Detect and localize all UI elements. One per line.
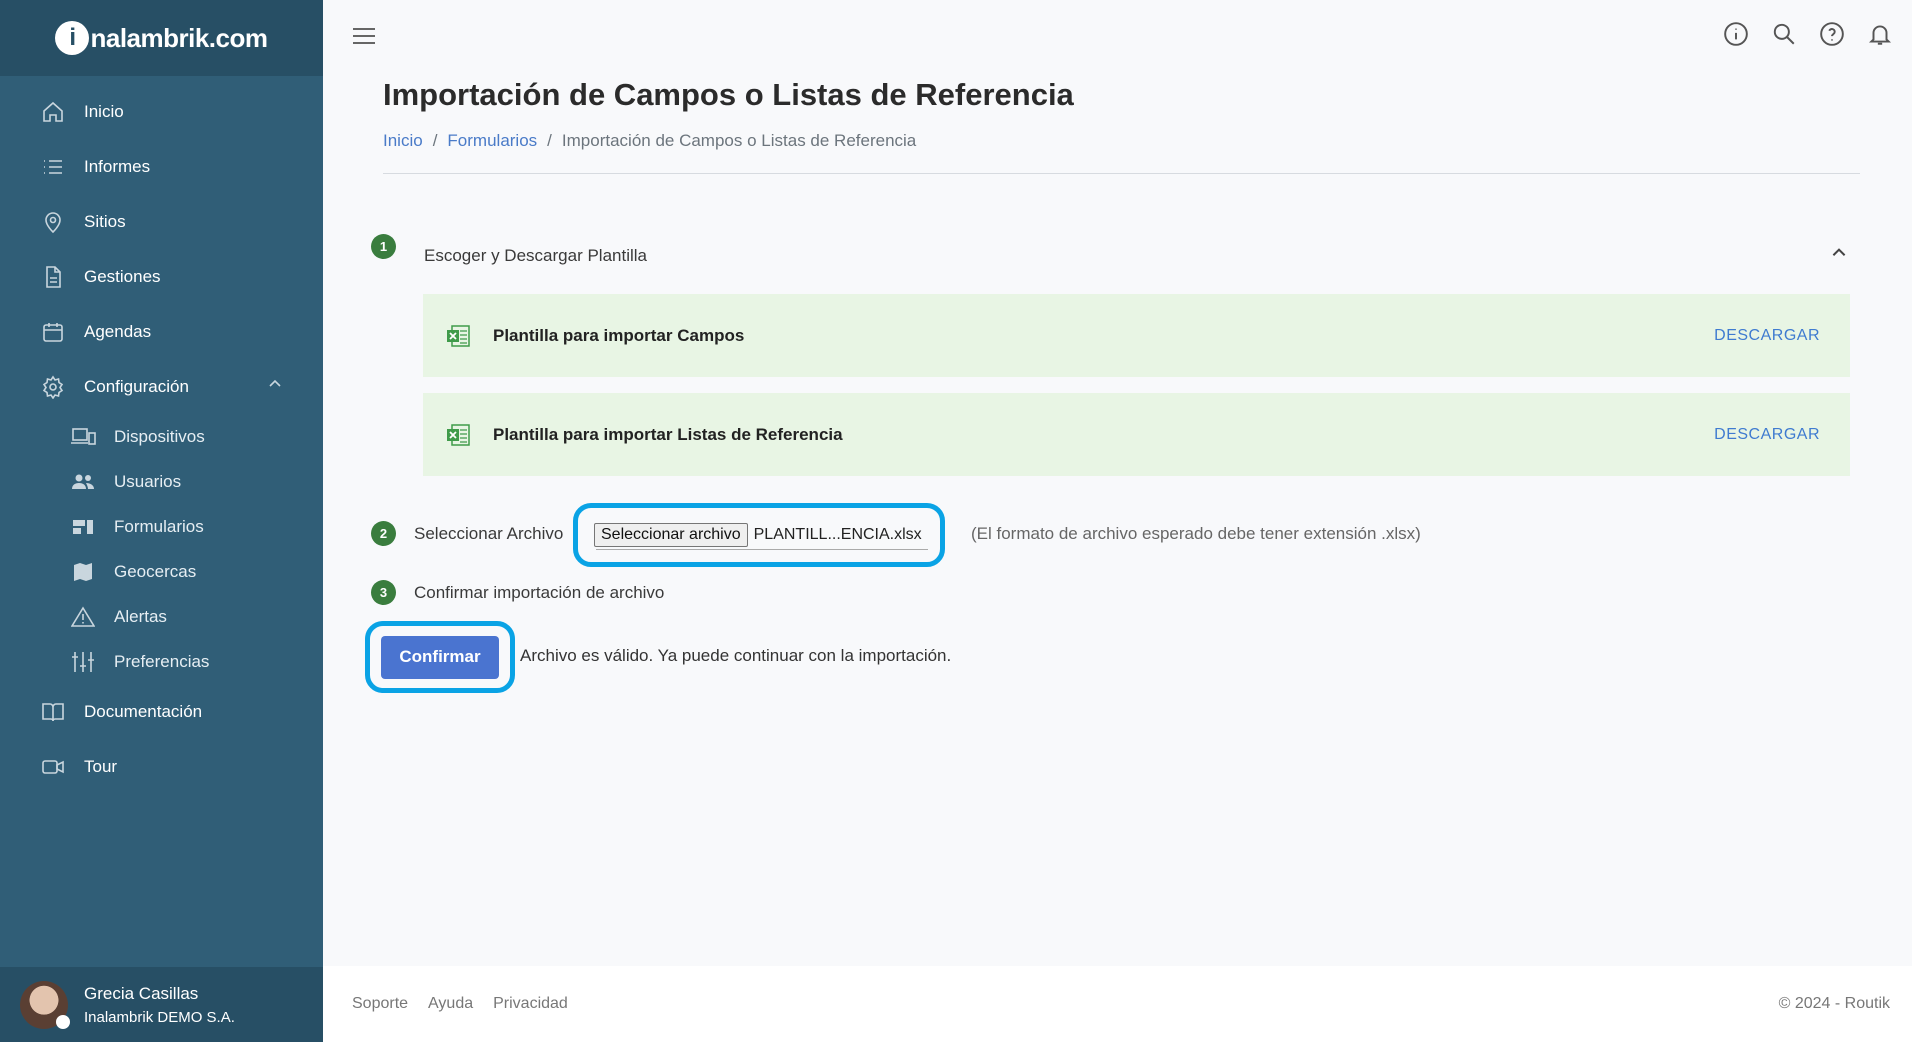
- step-label: Escoger y Descargar Plantilla: [424, 245, 647, 265]
- sidebar-subitem-label: Geocercas: [114, 561, 197, 581]
- template-row-campos: Plantilla para importar Campos DESCARGAR: [423, 294, 1850, 377]
- topbar-actions: [1722, 20, 1894, 48]
- chevron-up-icon[interactable]: [267, 376, 283, 397]
- sidebar-item-label: Gestiones: [84, 266, 161, 286]
- breadcrumb-separator: /: [432, 131, 438, 150]
- sidebar-subitem-dispositivos[interactable]: Dispositivos: [0, 414, 323, 459]
- sliders-icon: [70, 650, 96, 674]
- search-icon[interactable]: [1770, 20, 1798, 48]
- copyright: © 2024 - Routik: [1778, 995, 1890, 1012]
- map-icon: [70, 560, 96, 584]
- main-content: Importación de Campos o Listas de Refere…: [365, 72, 1860, 693]
- file-input-highlight: Seleccionar archivo PLANTILL...ENCIA.xls…: [573, 503, 945, 567]
- sidebar-item-agendas[interactable]: Agendas: [0, 304, 323, 359]
- download-button[interactable]: DESCARGAR: [1714, 426, 1820, 444]
- breadcrumb-formularios[interactable]: Formularios: [447, 131, 537, 151]
- hamburger-menu-icon[interactable]: [353, 22, 381, 50]
- sidebar-subitem-geocercas[interactable]: Geocercas: [0, 549, 323, 594]
- step-2: 2 Seleccionar Archivo: [371, 521, 563, 546]
- gear-icon: [40, 374, 66, 400]
- calendar-icon: [40, 319, 66, 345]
- status-dot: [56, 1014, 70, 1029]
- footer-link-privacidad[interactable]: Privacidad: [493, 995, 568, 1013]
- template-name: Plantilla para importar Listas de Refere…: [493, 424, 843, 444]
- download-button[interactable]: DESCARGAR: [1714, 327, 1820, 345]
- sidebar-item-label: Agendas: [84, 321, 152, 341]
- help-icon[interactable]: [1818, 20, 1846, 48]
- sidebar-subitem-label: Dispositivos: [114, 426, 205, 446]
- user-profile[interactable]: Grecia Casillas Inalambrik DEMO S.A.: [0, 967, 323, 1042]
- step-3: 3 Confirmar importación de archivo: [371, 580, 664, 605]
- sidebar-item-gestiones[interactable]: Gestiones: [0, 249, 323, 304]
- devices-icon: [70, 425, 96, 449]
- sidebar-nav: Inicio Informes Sitios Gestiones Agendas…: [0, 76, 323, 794]
- chevron-up-icon[interactable]: [1830, 244, 1848, 267]
- excel-icon: [447, 324, 470, 347]
- validation-message: Archivo es válido. Ya puede continuar co…: [520, 646, 952, 665]
- sidebar-item-configuracion[interactable]: Configuración: [0, 359, 323, 414]
- breadcrumb-current: Importación de Campos o Listas de Refere…: [561, 131, 917, 150]
- bell-icon[interactable]: [1866, 20, 1894, 48]
- map-pin-icon: [40, 209, 66, 235]
- sidebar-item-sitios[interactable]: Sitios: [0, 194, 323, 249]
- step-badge: 2: [371, 521, 396, 546]
- sidebar-subitem-preferencias[interactable]: Preferencias: [0, 639, 323, 684]
- step-badge: 3: [371, 580, 396, 605]
- file-input-underline: [596, 549, 928, 550]
- footer-link-soporte[interactable]: Soporte: [352, 995, 408, 1013]
- warning-icon: [70, 605, 96, 629]
- sidebar-item-inicio[interactable]: Inicio: [0, 84, 323, 139]
- list-icon: [40, 154, 66, 180]
- book-icon: [40, 699, 66, 725]
- sidebar-item-label: Tour: [84, 756, 118, 776]
- sidebar-subitem-label: Usuarios: [114, 471, 182, 491]
- page-title: Importación de Campos o Listas de Refere…: [383, 77, 1074, 112]
- sidebar-item-label: Documentación: [84, 701, 203, 721]
- sidebar-subitem-alertas[interactable]: Alertas: [0, 594, 323, 639]
- sidebar-subitem-usuarios[interactable]: Usuarios: [0, 459, 323, 504]
- breadcrumb-separator: /: [547, 131, 552, 150]
- breadcrumb: Inicio / Formularios / Importación de Ca…: [383, 131, 1860, 151]
- selected-file-name: PLANTILL...ENCIA.xlsx: [753, 526, 922, 543]
- select-file-button[interactable]: Seleccionar archivo: [594, 523, 748, 547]
- document-icon: [40, 264, 66, 290]
- home-icon: [40, 99, 66, 125]
- sidebar-subitem-label: Preferencias: [114, 651, 210, 671]
- divider: [383, 173, 1860, 174]
- user-org: Inalambrik DEMO S.A.: [84, 1008, 235, 1026]
- step-badge: 1: [371, 234, 396, 259]
- avatar: [20, 980, 70, 1029]
- sidebar-item-informes[interactable]: Informes: [0, 139, 323, 194]
- user-name: Grecia Casillas: [84, 983, 199, 1003]
- footer-link-ayuda[interactable]: Ayuda: [428, 995, 473, 1013]
- topbar: [323, 0, 1912, 72]
- sidebar-subitem-label: Alertas: [114, 606, 167, 626]
- template-row-listas: Plantilla para importar Listas de Refere…: [423, 393, 1850, 476]
- users-icon: [70, 470, 96, 494]
- step-label: Confirmar importación de archivo: [414, 582, 665, 602]
- excel-icon: [447, 423, 470, 446]
- template-name: Plantilla para importar Campos: [493, 325, 745, 345]
- sidebar-item-label: Inicio: [84, 101, 124, 121]
- forms-icon: [70, 515, 96, 539]
- step-label: Seleccionar Archivo: [414, 523, 564, 543]
- sidebar: i nalambrik.com Inicio Informes Sitios Ge…: [0, 0, 323, 1042]
- sidebar-item-tour[interactable]: Tour: [0, 739, 323, 794]
- info-icon[interactable]: [1722, 20, 1750, 48]
- sidebar-subitem-label: Formularios: [114, 516, 204, 536]
- sidebar-subitem-formularios[interactable]: Formularios: [0, 504, 323, 549]
- sidebar-item-label: Informes: [84, 156, 151, 176]
- footer: Soporte Ayuda Privacidad © 2024 - Routik: [323, 966, 1912, 1042]
- sidebar-item-documentacion[interactable]: Documentación: [0, 684, 323, 739]
- confirm-button-highlight: Confirmar: [365, 621, 515, 693]
- brand-logo[interactable]: i nalambrik.com: [55, 21, 268, 55]
- confirm-button[interactable]: Confirmar: [381, 635, 499, 679]
- sidebar-item-label: Configuración: [84, 376, 189, 396]
- file-format-hint: (El formato de archivo esperado debe ten…: [971, 524, 1421, 543]
- step-1-header[interactable]: 1 Escoger y Descargar Plantilla: [371, 226, 1848, 267]
- video-icon: [40, 754, 66, 780]
- brand-header: i nalambrik.com: [0, 0, 323, 76]
- sidebar-item-label: Sitios: [84, 211, 126, 231]
- breadcrumb-inicio[interactable]: Inicio: [383, 131, 423, 151]
